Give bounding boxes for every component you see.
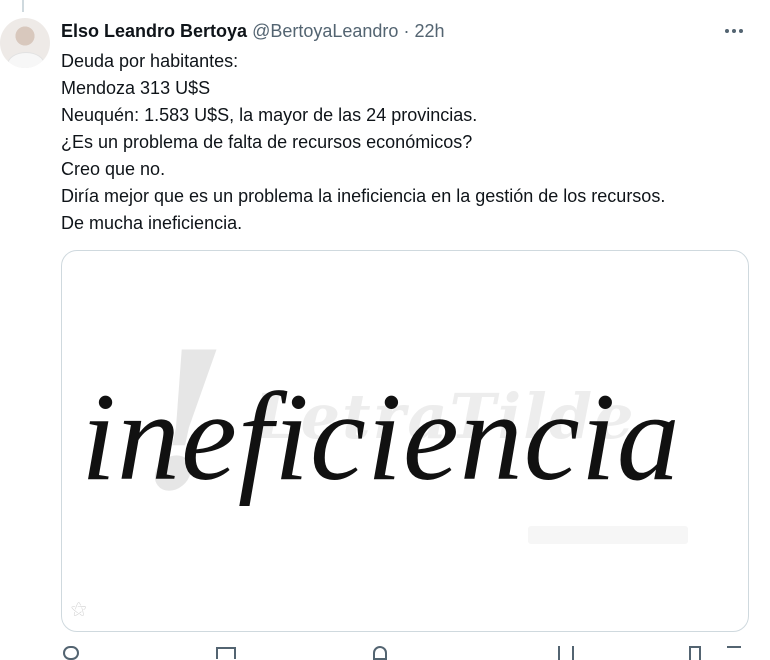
tweet-time[interactable]: 22h [414, 21, 444, 41]
heart-icon [373, 646, 387, 660]
more-dot [732, 29, 736, 33]
share-icon [727, 646, 741, 660]
tweet-text-line: Mendoza 313 U$S [61, 78, 211, 98]
avatar-shoulders [7, 52, 45, 68]
tweet-text-line: Creo que no. [61, 159, 166, 179]
tweet-header: Elso Leandro Bertoya @BertoyaLeandro · 2… [61, 19, 730, 43]
media-corner-icon: ⚝ [71, 601, 87, 618]
reply-button[interactable] [63, 646, 79, 660]
avatar[interactable] [0, 18, 50, 68]
tweet-text-line: Deuda por habitantes: [61, 51, 239, 71]
like-button[interactable] [373, 646, 387, 660]
more-dot [725, 29, 729, 33]
author-handle[interactable]: @BertoyaLeandro [252, 21, 398, 41]
action-bar [61, 646, 751, 660]
tweet-text-line: Neuquén: 1.583 U$S, la mayor de las 24 p… [61, 105, 478, 125]
bookmark-icon [689, 646, 701, 660]
share-button[interactable] [727, 646, 741, 660]
separator-dot: · [403, 21, 410, 41]
bookmark-button[interactable] [689, 646, 701, 660]
media-word: ineficiencia [81, 368, 681, 507]
retweet-icon [216, 647, 236, 659]
reply-icon [63, 646, 79, 660]
views-button[interactable] [558, 646, 574, 660]
tweet-text-line: ¿Es un problema de falta de recursos eco… [61, 132, 473, 152]
views-icon [558, 646, 574, 660]
author-name[interactable]: Elso Leandro Bertoya [61, 21, 247, 41]
tweet-text: Deuda por habitantes: Mendoza 313 U$S Ne… [61, 48, 761, 237]
tweet-text-line: Diría mejor que es un problema la inefic… [61, 186, 666, 206]
retweet-button[interactable] [216, 646, 236, 660]
more-options-icon[interactable] [720, 21, 748, 41]
thread-connector-line [22, 0, 24, 12]
more-dot [739, 29, 743, 33]
watermark-caption-bar [528, 526, 688, 544]
tweet-text-line: De mucha ineficiencia. [61, 213, 243, 233]
